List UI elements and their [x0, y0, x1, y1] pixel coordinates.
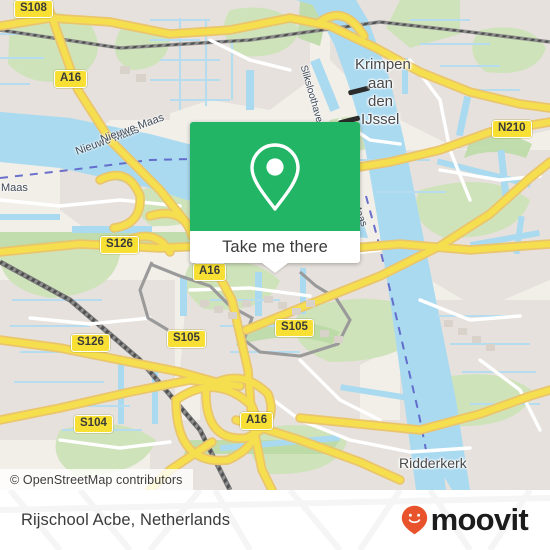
map-page: S108 A16 N210 S126 A16 S105 S105 S126 S104 A16 Kri…	[0, 0, 550, 550]
road-shield: S126	[71, 334, 110, 352]
map-pin-icon	[250, 142, 300, 211]
place-label: aan	[368, 75, 394, 92]
road-shield: S105	[275, 319, 314, 337]
road-shield: A16	[193, 263, 227, 281]
callout-image-area	[190, 122, 360, 231]
water-label: Maas	[1, 182, 28, 194]
place-label: Krimpen	[355, 56, 411, 73]
take-me-there-button[interactable]: Take me there	[190, 231, 360, 263]
road-shield: A16	[54, 70, 88, 88]
moovit-brand[interactable]: moovit	[401, 502, 529, 537]
road-shield: S108	[14, 0, 53, 18]
moovit-wordmark: moovit	[430, 502, 529, 537]
location-callout-card[interactable]: Take me there	[190, 122, 360, 273]
footer-bar: Rijschool Acbe, Netherlands moovit	[0, 490, 550, 550]
road-shield: S105	[167, 330, 206, 348]
road-shield: N210	[492, 120, 532, 138]
place-label: den	[368, 93, 394, 110]
road-shield: S126	[100, 236, 139, 254]
place-label: IJssel	[361, 111, 400, 128]
moovit-smiley-pin-icon	[401, 505, 427, 535]
page-title: Rijschool Acbe, Netherlands	[21, 511, 231, 529]
road-shield: A16	[240, 412, 274, 430]
road-shield: S104	[74, 415, 113, 433]
place-label: Ridderkerk	[399, 455, 467, 471]
osm-attribution[interactable]: © OpenStreetMap contributors	[0, 469, 193, 490]
callout-pointer	[262, 263, 288, 273]
